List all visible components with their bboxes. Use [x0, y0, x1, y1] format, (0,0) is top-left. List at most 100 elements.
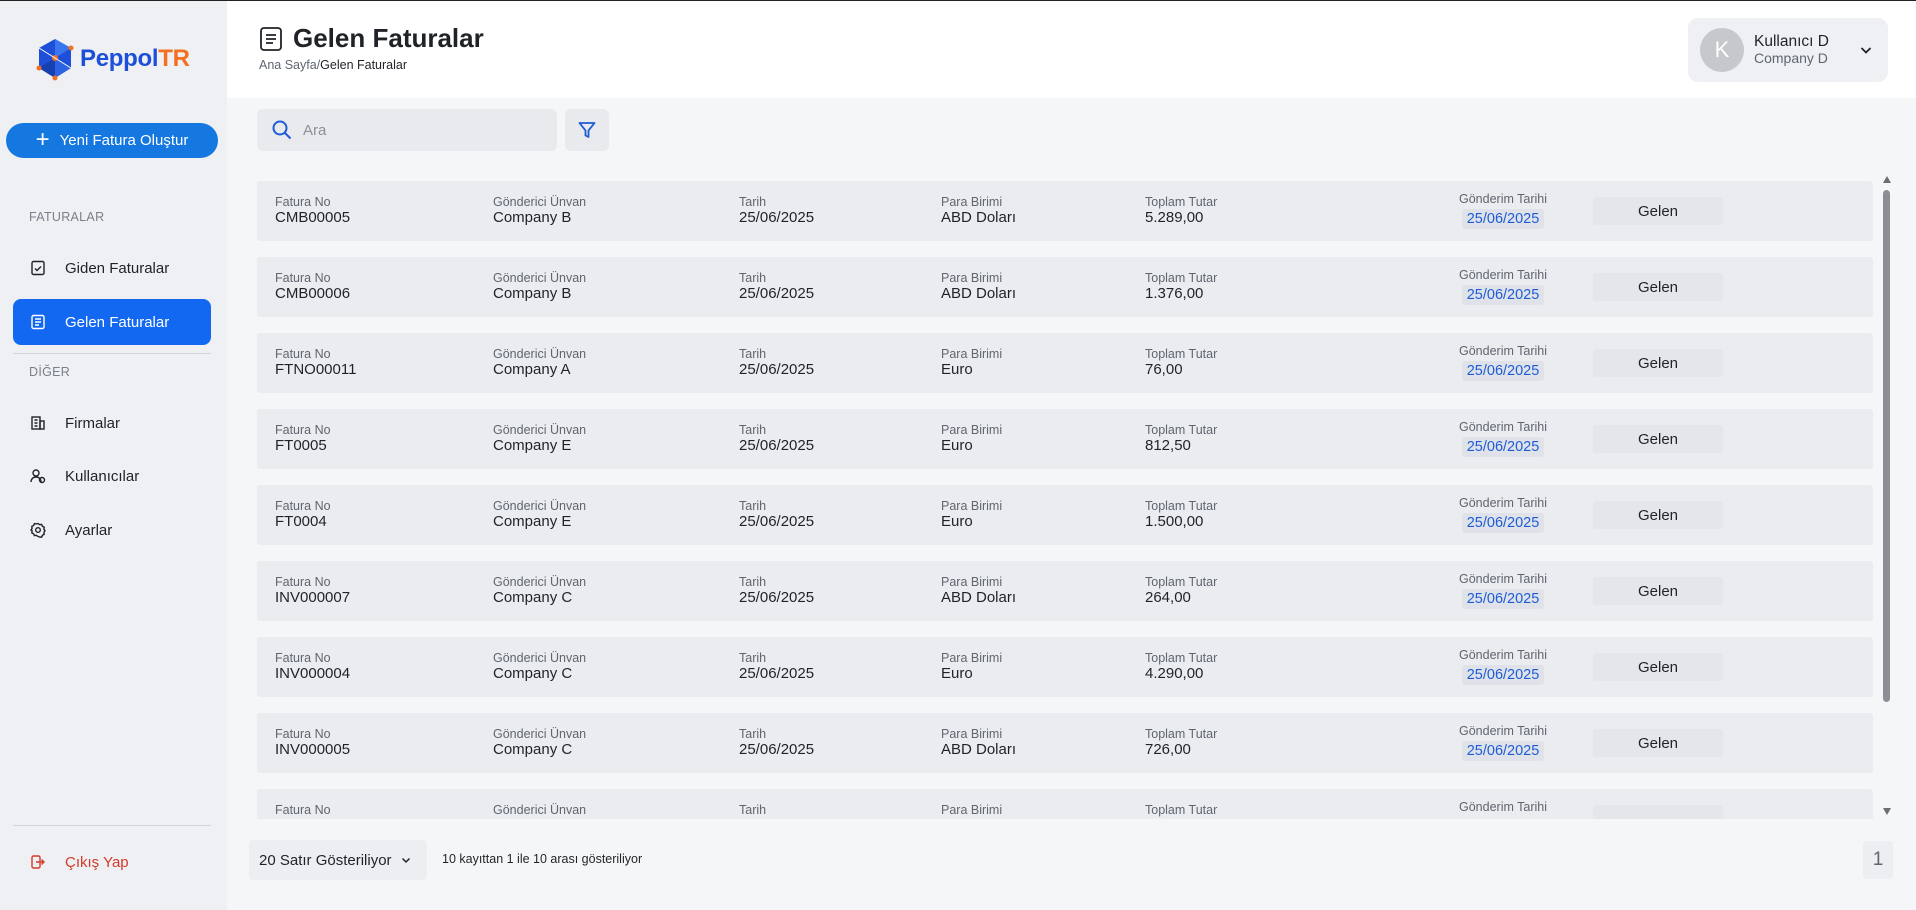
sender-label: Gönderici Ünvan: [493, 423, 587, 437]
status-button[interactable]: Gelen: [1593, 729, 1723, 757]
table-row[interactable]: Fatura No CMB00005 Gönderici Ünvan Compa…: [257, 181, 1873, 241]
sender-value: Company E: [493, 437, 572, 454]
table-row[interactable]: Fatura No INV000004 Gönderici Ünvan Comp…: [257, 637, 1873, 697]
currency-label: Para Birimi: [941, 347, 1003, 361]
sidebar-item-settings[interactable]: Ayarlar: [13, 507, 211, 553]
logout-icon: [29, 853, 47, 871]
send-date-cell: Gönderim Tarihi 25/06/2025: [1459, 268, 1547, 305]
page-title: Gelen Faturalar: [293, 23, 484, 53]
plus-icon: +: [35, 125, 50, 153]
filter-button[interactable]: [565, 109, 609, 151]
send-date-cell: Gönderim Tarihi 25/06/2025: [1459, 420, 1547, 457]
invoice-no-label: Fatura No: [275, 423, 331, 437]
invoice-no-cell: Fatura No FT0005: [275, 423, 331, 455]
breadcrumb-current: Gelen Faturalar: [320, 58, 408, 72]
logout-button[interactable]: Çıkış Yap: [13, 841, 211, 883]
total-label: Toplam Tutar: [1145, 727, 1218, 741]
date-label: Tarih: [739, 651, 767, 665]
scroll-up-arrow-icon[interactable]: [1883, 176, 1891, 183]
invoice-no-label: Fatura No: [275, 347, 331, 361]
list-scrollbar[interactable]: [1881, 176, 1893, 816]
table-row[interactable]: Fatura No CMB00006 Gönderici Ünvan Compa…: [257, 257, 1873, 317]
date-cell: Tarih 25/06/2025: [739, 651, 814, 683]
scroll-down-arrow-icon[interactable]: [1883, 808, 1891, 815]
currency-value: ABD Doları: [941, 209, 1017, 226]
invoice-no-label: Fatura No: [275, 271, 331, 285]
currency-cell: Para Birimi Euro: [941, 651, 1002, 683]
breadcrumb-home[interactable]: Ana Sayfa: [259, 58, 317, 72]
invoice-list-icon: [260, 26, 282, 51]
send-date-badge: 25/06/2025: [1461, 665, 1545, 685]
new-invoice-button[interactable]: + Yeni Fatura Oluştur: [6, 123, 218, 158]
table-row[interactable]: Fatura No FTNO00011 Gönderici Ünvan Comp…: [257, 333, 1873, 393]
currency-label: Para Birimi: [941, 195, 1003, 209]
currency-value: Euro: [941, 437, 973, 454]
status-button[interactable]: [1593, 805, 1723, 819]
status-button[interactable]: Gelen: [1593, 197, 1723, 225]
sidebar-item-outgoing-invoices[interactable]: Giden Faturalar: [13, 245, 211, 291]
date-value: 25/06/2025: [739, 513, 815, 530]
search-box[interactable]: [257, 109, 557, 151]
total-cell: Toplam Tutar 726,00: [1145, 727, 1217, 759]
sidebar-item-label: Firmalar: [65, 414, 120, 432]
search-icon: [272, 120, 292, 140]
avatar: K: [1700, 28, 1744, 72]
status-button[interactable]: Gelen: [1593, 653, 1723, 681]
status-button[interactable]: Gelen: [1593, 425, 1723, 453]
sender-label: Gönderici Ünvan: [493, 347, 587, 361]
send-date-cell: Gönderim Tarihi 25/06/2025: [1459, 192, 1547, 229]
send-date-label: Gönderim Tarihi: [1459, 648, 1548, 662]
status-button[interactable]: Gelen: [1593, 273, 1723, 301]
sidebar-item-label: Kullanıcılar: [65, 467, 140, 485]
date-value: 25/06/2025: [739, 209, 815, 226]
send-date-label: Gönderim Tarihi: [1459, 192, 1548, 206]
sender-cell: Gönderici Ünvan Company C: [493, 575, 586, 607]
total-label: Toplam Tutar: [1145, 499, 1218, 513]
sender-cell: Gönderici Ünvan Company B: [493, 271, 586, 303]
chevron-down-icon[interactable]: [1859, 43, 1873, 57]
sender-label: Gönderici Ünvan: [493, 499, 587, 513]
building-icon: [29, 414, 47, 432]
sender-value: Company B: [493, 209, 572, 226]
send-date-badge: 25/06/2025: [1461, 741, 1545, 761]
logout-label: Çıkış Yap: [65, 853, 129, 871]
logo[interactable]: PeppolTR: [34, 37, 190, 81]
sidebar-item-users[interactable]: Kullanıcılar: [13, 453, 211, 499]
currency-value: Euro: [941, 513, 973, 530]
invoice-no-value: FTNO00011: [275, 361, 357, 378]
send-date-label: Gönderim Tarihi: [1459, 724, 1548, 738]
sender-cell: Gönderici Ünvan Company E: [493, 499, 586, 531]
sidebar-item-companies[interactable]: Firmalar: [13, 400, 211, 446]
scrollbar-thumb[interactable]: [1883, 190, 1890, 702]
total-value: 726,00: [1145, 741, 1191, 758]
total-cell: Toplam Tutar 1.376,00: [1145, 271, 1217, 303]
total-label: Toplam Tutar: [1145, 803, 1218, 817]
total-value: 1.376,00: [1145, 285, 1204, 302]
total-cell: Toplam Tutar 264,00: [1145, 575, 1217, 607]
status-button[interactable]: Gelen: [1593, 349, 1723, 377]
date-label: Tarih: [739, 803, 767, 817]
rows-per-page-select[interactable]: 20 Satır Gösteriliyor: [249, 840, 427, 880]
currency-label: Para Birimi: [941, 651, 1003, 665]
table-row[interactable]: Fatura No INV000007 Gönderici Ünvan Comp…: [257, 561, 1873, 621]
user-menu[interactable]: K Kullanıcı D Company D: [1688, 18, 1888, 82]
currency-label: Para Birimi: [941, 803, 1003, 817]
pagination-page-button[interactable]: 1: [1863, 841, 1893, 879]
status-button[interactable]: Gelen: [1593, 501, 1723, 529]
total-value: 1.500,00: [1145, 513, 1204, 530]
sender-label: Gönderici Ünvan: [493, 575, 587, 589]
total-cell: Toplam Tutar 1.500,00: [1145, 499, 1217, 531]
sender-label: Gönderici Ünvan: [493, 271, 587, 285]
sender-cell: Gönderici Ünvan Company C: [493, 727, 586, 759]
table-row[interactable]: Fatura No FT0004 Gönderici Ünvan Company…: [257, 485, 1873, 545]
currency-label: Para Birimi: [941, 575, 1003, 589]
sidebar-item-incoming-invoices[interactable]: Gelen Faturalar: [13, 299, 211, 345]
search-input[interactable]: [303, 121, 523, 139]
user-info: Kullanıcı D Company D: [1754, 33, 1829, 67]
status-button[interactable]: Gelen: [1593, 577, 1723, 605]
incoming-invoice-icon: [29, 313, 47, 331]
date-label: Tarih: [739, 271, 767, 285]
table-row[interactable]: Fatura No INV000005 Gönderici Ünvan Comp…: [257, 713, 1873, 773]
table-row[interactable]: Fatura No Gönderici Ünvan Tarih Para Bir…: [257, 789, 1873, 819]
table-row[interactable]: Fatura No FT0005 Gönderici Ünvan Company…: [257, 409, 1873, 469]
